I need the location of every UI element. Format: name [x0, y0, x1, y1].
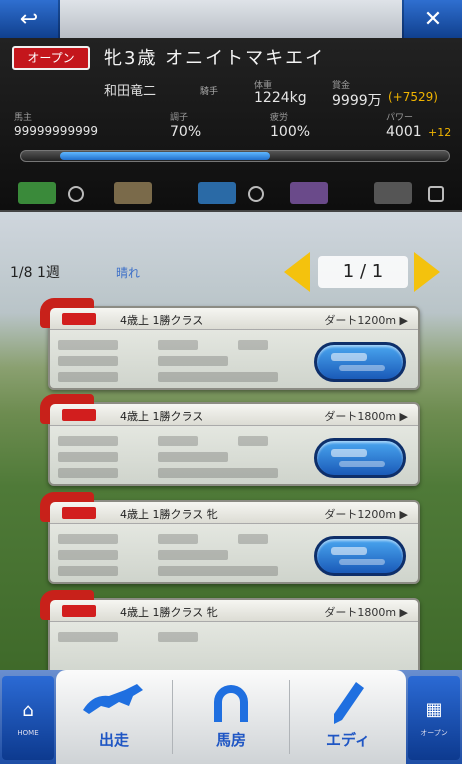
race-title: 4歳上 1勝クラス 牝	[120, 606, 218, 619]
race-details	[58, 432, 308, 484]
home-button[interactable]: ⌂ HOME	[2, 676, 54, 760]
info-circle-icon[interactable]	[248, 186, 264, 202]
bottom-nav: ⌂ HOME 出走 馬房 エディ ▦ オープン	[0, 670, 462, 764]
weather-label: 晴れ	[116, 266, 141, 280]
condition-value: 70%	[170, 124, 202, 140]
race-card-header: 4歳上 1勝クラス ダート1200m ▶	[50, 308, 418, 330]
tab-label: エディ	[326, 731, 370, 749]
tab-edit[interactable]: エディ	[290, 670, 406, 764]
close-icon: ✕	[423, 6, 443, 32]
race-list-header: 1/8 1週 晴れ 1 / 1	[0, 244, 462, 300]
race-distance: ダート1200m ▶	[324, 508, 408, 521]
horse-icon	[56, 680, 172, 729]
next-page-arrow-icon[interactable]	[414, 252, 440, 292]
close-button[interactable]: ✕	[404, 0, 462, 38]
home-label: HOME	[17, 728, 39, 737]
prize-delta: (+7529)	[388, 90, 438, 104]
race-card-header: 4歳上 1勝クラス 牝 ダート1800m ▶	[50, 600, 418, 622]
home-icon: ⌂	[22, 699, 34, 721]
condition-label: 調子	[170, 113, 189, 123]
tab-label: 出走	[98, 731, 129, 749]
race-details	[58, 336, 308, 388]
race-distance: ダート1800m ▶	[324, 606, 408, 619]
weight-value: 1224kg	[254, 90, 307, 106]
class-badge: オープン	[12, 46, 90, 70]
prev-page-arrow-icon[interactable]	[284, 252, 310, 292]
race-title: 4歳上 1勝クラス	[120, 314, 204, 327]
race-card[interactable]: 4歳上 1勝クラス 牝 ダート1200m ▶	[40, 492, 420, 584]
race-tag	[62, 507, 96, 519]
race-distance: ダート1200m ▶	[324, 314, 408, 327]
lock-icon[interactable]	[428, 186, 444, 202]
enter-race-button[interactable]	[314, 342, 406, 382]
race-tag	[62, 605, 96, 617]
grid-icon: ▦	[425, 698, 443, 720]
status-icons-row	[18, 180, 448, 208]
purple-chip-icon[interactable]	[290, 182, 328, 204]
page-indicator: 1 / 1	[318, 256, 408, 288]
horseshoe-icon	[173, 680, 289, 735]
gray-chip-icon[interactable]	[374, 182, 412, 204]
green-chip-icon[interactable]	[18, 182, 56, 204]
horse-info-panel: オープン 牝3歳 オニイトマキエイ 和田竜二 騎手 体重 1224kg 賞金 9…	[0, 38, 462, 212]
owner-value: 99999999999	[14, 124, 98, 138]
pen-icon	[290, 680, 406, 735]
owner-label: 馬主	[14, 113, 33, 123]
race-distance: ダート1800m ▶	[324, 410, 408, 423]
race-tag	[62, 313, 96, 325]
race-card-header: 4歳上 1勝クラス 牝 ダート1200m ▶	[50, 502, 418, 524]
fatigue-value: 100%	[270, 124, 311, 140]
race-card[interactable]: 4歳上 1勝クラス ダート1800m ▶	[40, 394, 420, 486]
prize-value: 9999万	[332, 93, 382, 109]
info-circle-icon[interactable]	[68, 186, 84, 202]
growth-progress-fill	[60, 152, 270, 160]
power-value: 4001	[386, 124, 422, 140]
fatigue-label: 疲労	[270, 113, 289, 123]
brown-chip-icon[interactable]	[114, 182, 152, 204]
race-tag	[62, 409, 96, 421]
jockey-tag: 騎手	[200, 87, 219, 97]
top-bar: ↩ ✕	[0, 0, 462, 38]
enter-race-button[interactable]	[314, 536, 406, 576]
race-week-label: 1/8 1週	[10, 265, 60, 281]
race-title: 4歳上 1勝クラス 牝	[120, 508, 218, 521]
race-card[interactable]: 4歳上 1勝クラス ダート1200m ▶	[40, 298, 420, 390]
race-card-header: 4歳上 1勝クラス ダート1800m ▶	[50, 404, 418, 426]
power-delta: +12	[428, 126, 452, 139]
enter-race-button[interactable]	[314, 438, 406, 478]
race-details	[58, 530, 308, 582]
open-label: オープン	[420, 728, 448, 737]
race-title: 4歳上 1勝クラス	[120, 410, 204, 423]
power-label: パワー	[386, 113, 414, 123]
bottom-tabs: 出走 馬房 エディ	[56, 670, 406, 764]
back-button[interactable]: ↩	[0, 0, 58, 38]
tab-label: 馬房	[215, 731, 246, 749]
open-button[interactable]: ▦ オープン	[408, 676, 460, 760]
tab-race-entry[interactable]: 出走	[56, 670, 172, 764]
jockey-name: 和田竜二	[104, 84, 157, 99]
title-bar	[60, 0, 402, 38]
blue-chip-icon[interactable]	[198, 182, 236, 204]
tab-stable[interactable]: 馬房	[173, 670, 289, 764]
horse-name: 牝3歳 オニイトマキエイ	[104, 48, 326, 69]
back-icon: ↩	[19, 6, 39, 32]
